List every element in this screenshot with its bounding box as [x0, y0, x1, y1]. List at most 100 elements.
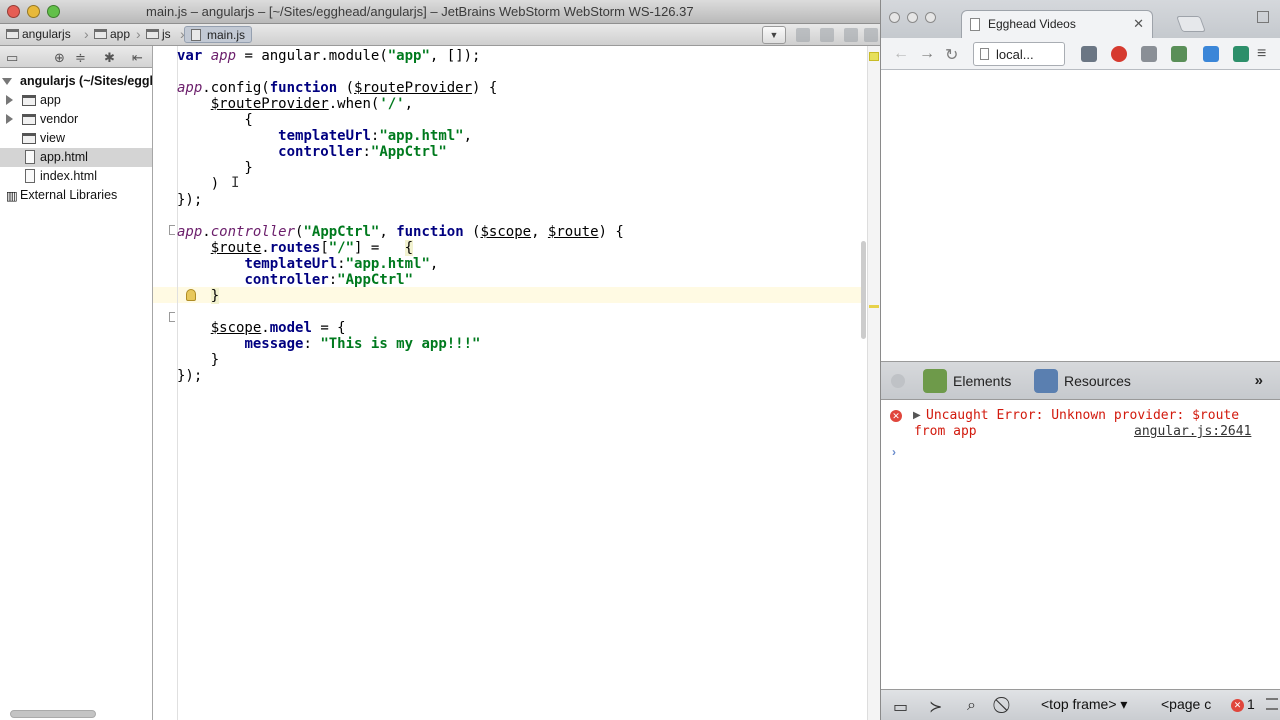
project-panel: ▭ ⊕ ≑ ✱ ⇤ angularjs (~/Sites/egghead/ang…: [0, 46, 153, 720]
breadcrumb-app[interactable]: app: [88, 26, 136, 43]
expand-arrow-icon[interactable]: [6, 114, 13, 124]
html-file-icon: [25, 169, 35, 183]
power-extension-icon[interactable]: [1111, 46, 1127, 62]
inspection-status-icon[interactable]: [869, 52, 879, 61]
current-line-highlight: [153, 287, 866, 303]
extension-icon[interactable]: [1233, 46, 1249, 62]
project-horizontal-scrollbar[interactable]: [10, 710, 96, 718]
console-prompt-icon[interactable]: ›: [892, 445, 896, 459]
menu-icon[interactable]: ≡: [1257, 45, 1266, 63]
code-line: var app = angular.module("app", []);: [177, 48, 481, 64]
page-viewport: [881, 71, 1280, 361]
tree-item-app-html[interactable]: app.html: [0, 148, 152, 167]
toolbar-help-icon[interactable]: [864, 28, 878, 42]
folder-icon: [22, 95, 36, 106]
more-tabs-button[interactable]: »: [1255, 372, 1263, 389]
ide-window: main.js – angularjs – [~/Sites/egghead/a…: [0, 0, 880, 720]
code-line: $scope.model = {: [210, 320, 346, 336]
collapse-all-icon[interactable]: ≑: [75, 50, 86, 66]
code-line: message: "This is my app!!!": [244, 336, 481, 352]
folder-icon: [146, 29, 159, 39]
zoom-window-button[interactable]: [925, 12, 936, 23]
new-tab-button[interactable]: [1176, 16, 1206, 32]
folder-icon: [22, 133, 36, 144]
tab-resources[interactable]: Resources: [1034, 369, 1131, 393]
error-source-link[interactable]: angular.js:2641: [1134, 424, 1251, 439]
code-line: }: [210, 288, 220, 304]
search-icon[interactable]: ⌕: [967, 697, 976, 715]
breadcrumb-js[interactable]: js: [140, 26, 177, 43]
navigation-dropdown-button[interactable]: ▼: [762, 26, 786, 44]
tab-close-icon[interactable]: ✕: [1133, 16, 1144, 32]
zoom-window-button[interactable]: [47, 5, 60, 18]
error-icon: ✕: [890, 410, 902, 422]
text-cursor-icon: I: [231, 175, 240, 191]
code-line: controller:"AppCtrl": [244, 272, 414, 288]
drive-extension-icon[interactable]: [1203, 46, 1219, 62]
breadcrumb-project[interactable]: angularjs: [0, 26, 77, 43]
browser-toolbar: ← → ↻ local... ☆ ≡: [881, 38, 1280, 70]
project-view-icon[interactable]: ▭: [6, 50, 18, 66]
toolbar-settings-icon[interactable]: [844, 28, 858, 42]
window-title: main.js – angularjs – [~/Sites/egghead/a…: [146, 4, 694, 19]
console-drawer-icon[interactable]: ≻: [929, 697, 942, 717]
toolbar-debug-icon[interactable]: [820, 28, 834, 42]
settings-gear-icon[interactable]: ✱: [104, 50, 115, 66]
toolbar-run-icon[interactable]: [796, 28, 810, 42]
address-bar[interactable]: local... ☆: [973, 42, 1153, 66]
console-error-message: ✕ ▶ Uncaught Error: Unknown provider: $r…: [881, 407, 1280, 443]
download-extension-icon[interactable]: [1171, 46, 1187, 62]
library-icon: ▥: [6, 189, 18, 203]
code-line: $route.routes["/"] = {: [210, 240, 414, 256]
dock-toggle-icon[interactable]: [891, 374, 905, 388]
breadcrumb-main-js[interactable]: main.js: [184, 26, 253, 43]
dock-icon[interactable]: ▭: [893, 697, 908, 717]
forward-arrow-icon[interactable]: →: [919, 45, 935, 63]
resize-grip-icon[interactable]: [1266, 698, 1278, 710]
elements-icon: [923, 369, 947, 393]
folder-icon: [94, 29, 107, 39]
error-count[interactable]: 1: [1247, 696, 1255, 712]
code-line: controller:"AppCtrl": [278, 144, 447, 160]
tab-egghead-videos[interactable]: Egghead Videos ✕: [961, 10, 1153, 38]
tree-item-root[interactable]: angularjs (~/Sites/egghead/angularjs): [0, 72, 152, 91]
back-arrow-icon[interactable]: ←: [893, 45, 909, 63]
code-line: app.controller("AppCtrl", function ($sco…: [177, 224, 624, 240]
expand-arrow-icon[interactable]: [6, 95, 13, 105]
pocket-extension-icon[interactable]: [1081, 46, 1097, 62]
close-window-button[interactable]: [889, 12, 900, 23]
close-window-button[interactable]: [7, 5, 20, 18]
error-stripe[interactable]: [867, 46, 880, 720]
context-selector[interactable]: <page c: [1161, 696, 1231, 712]
code-line: $routeProvider.when('/',: [210, 96, 414, 112]
frame-selector[interactable]: <top frame> ▾: [1041, 696, 1127, 713]
page-icon: [970, 18, 980, 31]
tree-item-index-html[interactable]: index.html: [0, 167, 152, 186]
editor-vertical-scrollbar[interactable]: [861, 241, 866, 339]
expand-arrow-icon[interactable]: ▶: [913, 410, 921, 421]
hide-panel-icon[interactable]: ⇤: [132, 50, 143, 66]
minimize-window-button[interactable]: [907, 12, 918, 23]
ide-title-bar: main.js – angularjs – [~/Sites/egghead/a…: [0, 0, 880, 24]
fold-marker-icon[interactable]: [169, 312, 175, 322]
reload-icon[interactable]: ↻: [945, 45, 958, 65]
code-editor[interactable]: var app = angular.module("app", []); app…: [153, 46, 880, 720]
warning-mark-icon[interactable]: [869, 305, 879, 308]
sync-icon[interactable]: ⊕: [54, 50, 65, 66]
eyedropper-extension-icon[interactable]: [1141, 46, 1157, 62]
html-file-icon: [25, 150, 35, 164]
code-line: {: [177, 112, 253, 128]
tree-item-external-libraries[interactable]: ▥ External Libraries: [0, 186, 152, 205]
code-line: }: [177, 160, 253, 176]
tree-item-view[interactable]: view: [0, 129, 152, 148]
restore-window-icon[interactable]: [1257, 11, 1269, 23]
tree-item-vendor[interactable]: vendor: [0, 110, 152, 129]
tab-elements[interactable]: Elements: [923, 369, 1011, 393]
code-line: });: [177, 368, 203, 384]
code-line: templateUrl:"app.html",: [244, 256, 439, 272]
tab-strip: Egghead Videos ✕: [881, 0, 1280, 38]
fold-marker-icon[interactable]: [169, 225, 175, 235]
tree-item-app[interactable]: app: [0, 91, 152, 110]
code-line: ): [177, 176, 220, 192]
minimize-window-button[interactable]: [27, 5, 40, 18]
